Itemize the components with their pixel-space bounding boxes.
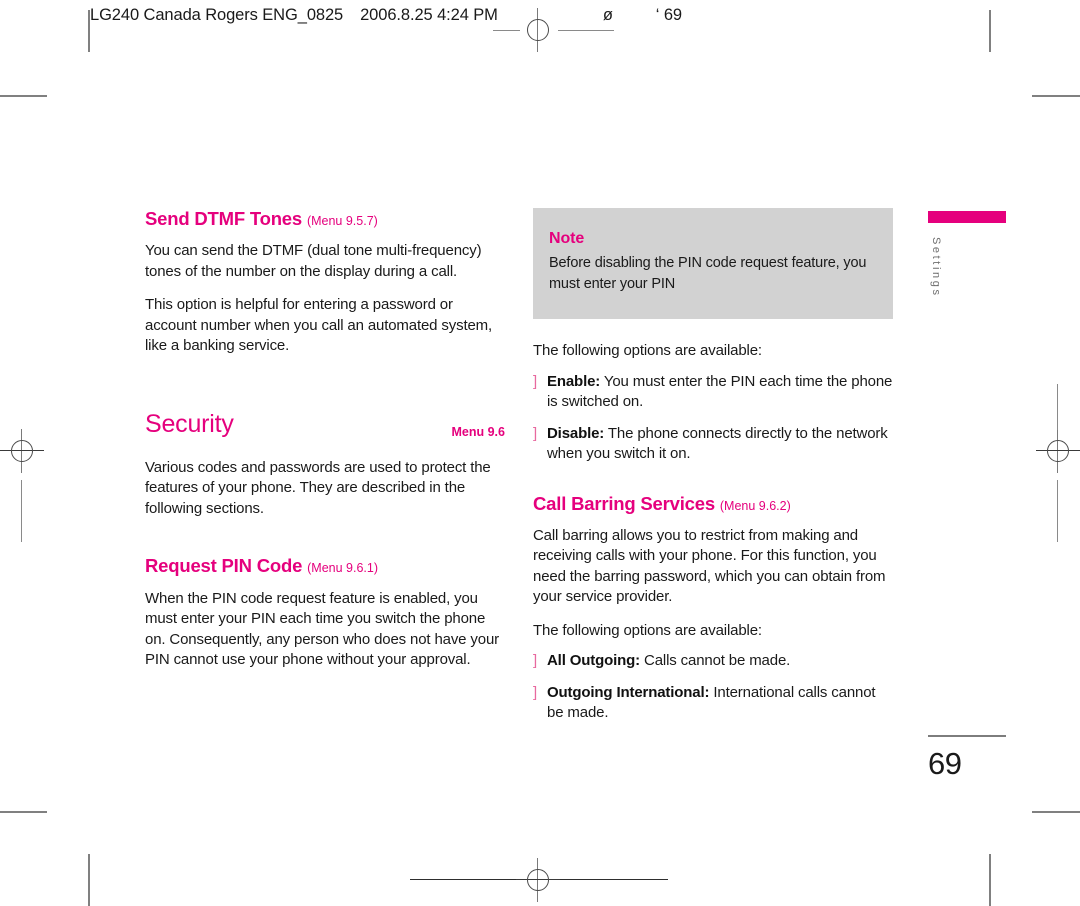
- bottom-rule-left: [410, 879, 516, 881]
- heading-send-dtmf-tones-text: Send DTMF Tones: [145, 208, 302, 229]
- dtmf-paragraph-1: You can send the DTMF (dual tone multi-f…: [145, 242, 482, 280]
- list-item: ] Outgoing International: International …: [533, 683, 893, 724]
- print-job-header: LG240 Canada Rogers ENG_0825 2006.8.25 4…: [90, 6, 682, 25]
- heading-request-pin-code-text: Request PIN Code: [145, 555, 303, 577]
- chapter-tab-label: Settings: [930, 237, 942, 298]
- note-text: Before disabling the PIN code request fe…: [549, 255, 867, 292]
- bullet-bracket-icon: ]: [533, 424, 538, 442]
- crop-mark-bottom-left-horizontal: [0, 811, 47, 813]
- option-name-enable: Enable:: [547, 372, 601, 390]
- list-item: ] Disable: The phone connects directly t…: [533, 424, 893, 465]
- heading-send-dtmf-tones-menu-ref: (Menu 9.5.7): [306, 214, 378, 228]
- print-job-name: LG240 Canada Rogers ENG_0825: [90, 6, 344, 24]
- registration-mark-left: [0, 429, 44, 473]
- chapter-tab-bar: [928, 211, 1006, 223]
- crop-mark-bottom-right-horizontal: [1032, 811, 1080, 813]
- print-timestamp: 2006.8.25 4:24 PM: [360, 6, 498, 24]
- crop-mark-top-left-vertical: [88, 10, 90, 52]
- page-number-rule: [928, 735, 1006, 737]
- list-item: ] All Outgoing: Calls cannot be made.: [533, 651, 893, 672]
- request-pin-paragraph: When the PIN code request feature is ena…: [145, 589, 499, 669]
- call-barring-options-intro: The following options are available:: [533, 621, 762, 639]
- registration-mark-bottom-center: [516, 858, 560, 902]
- chapter-side-tab: Settings: [928, 211, 1006, 298]
- security-paragraph: Various codes and passwords are used to …: [145, 458, 491, 517]
- call-barring-options-list: ] All Outgoing: Calls cannot be made. ] …: [533, 651, 893, 724]
- header-rule-right: [558, 30, 614, 32]
- registration-mark-top-center: [516, 8, 560, 52]
- bottom-rule-right: [560, 879, 668, 881]
- manual-page: LG240 Canada Rogers ENG_0825 2006.8.25 4…: [0, 0, 1080, 906]
- dtmf-paragraph-2: This option is helpful for entering a pa…: [145, 296, 493, 355]
- registration-rule-right: [1057, 480, 1059, 542]
- list-item: ] Enable: You must enter the PIN each ti…: [533, 372, 893, 413]
- left-content-column: Send DTMF Tones (Menu 9.5.7) You can sen…: [145, 208, 505, 684]
- page-number: 69: [928, 746, 962, 781]
- crop-mark-top-right-vertical: [989, 10, 991, 52]
- call-barring-paragraph: Call barring allows you to restrict from…: [533, 526, 886, 606]
- registration-rule-right-upper: [1057, 384, 1059, 430]
- bullet-bracket-icon: ]: [533, 372, 538, 390]
- option-name-disable: Disable:: [547, 424, 605, 442]
- pin-options-list: ] Enable: You must enter the PIN each ti…: [533, 372, 893, 465]
- registration-mark-right: [1036, 429, 1080, 473]
- registration-rule-left: [21, 480, 23, 542]
- heading-request-pin-code: Request PIN Code (Menu 9.6.1): [145, 555, 505, 576]
- bullet-bracket-icon: ]: [533, 683, 538, 701]
- heading-request-pin-code-menu-ref: (Menu 9.6.1): [307, 561, 378, 576]
- heading-call-barring-services-menu-ref: (Menu 9.6.2): [719, 498, 791, 513]
- bullet-bracket-icon: ]: [533, 652, 538, 670]
- note-box: Note Before disabling the PIN code reque…: [533, 208, 893, 319]
- crop-mark-top-right-horizontal: [1032, 95, 1080, 97]
- security-section-header: Security Menu 9.6: [145, 410, 506, 441]
- option-name-all-outgoing: All Outgoing:: [547, 652, 641, 670]
- heading-call-barring-services: Call Barring Services (Menu 9.6.2): [533, 493, 893, 514]
- crop-mark-bottom-left-vertical: [88, 854, 90, 906]
- heading-security-menu-ref: Menu 9.6: [451, 424, 506, 439]
- heading-send-dtmf-tones: Send DTMF Tones (Menu 9.5.7): [145, 208, 505, 229]
- heading-call-barring-services-text: Call Barring Services: [533, 492, 715, 514]
- right-content-column: Note Before disabling the PIN code reque…: [533, 208, 893, 735]
- crop-mark-top-left-horizontal: [0, 95, 47, 97]
- print-mark-symbol: ø: [602, 6, 613, 24]
- crop-mark-bottom-right-vertical: [989, 854, 991, 906]
- pin-options-intro: The following options are available:: [533, 342, 762, 359]
- option-text-all-outgoing: Calls cannot be made.: [640, 652, 791, 670]
- print-page-marker: ‘ 69: [655, 6, 682, 24]
- note-label: Note: [549, 230, 585, 247]
- option-name-outgoing-international: Outgoing International:: [547, 683, 710, 701]
